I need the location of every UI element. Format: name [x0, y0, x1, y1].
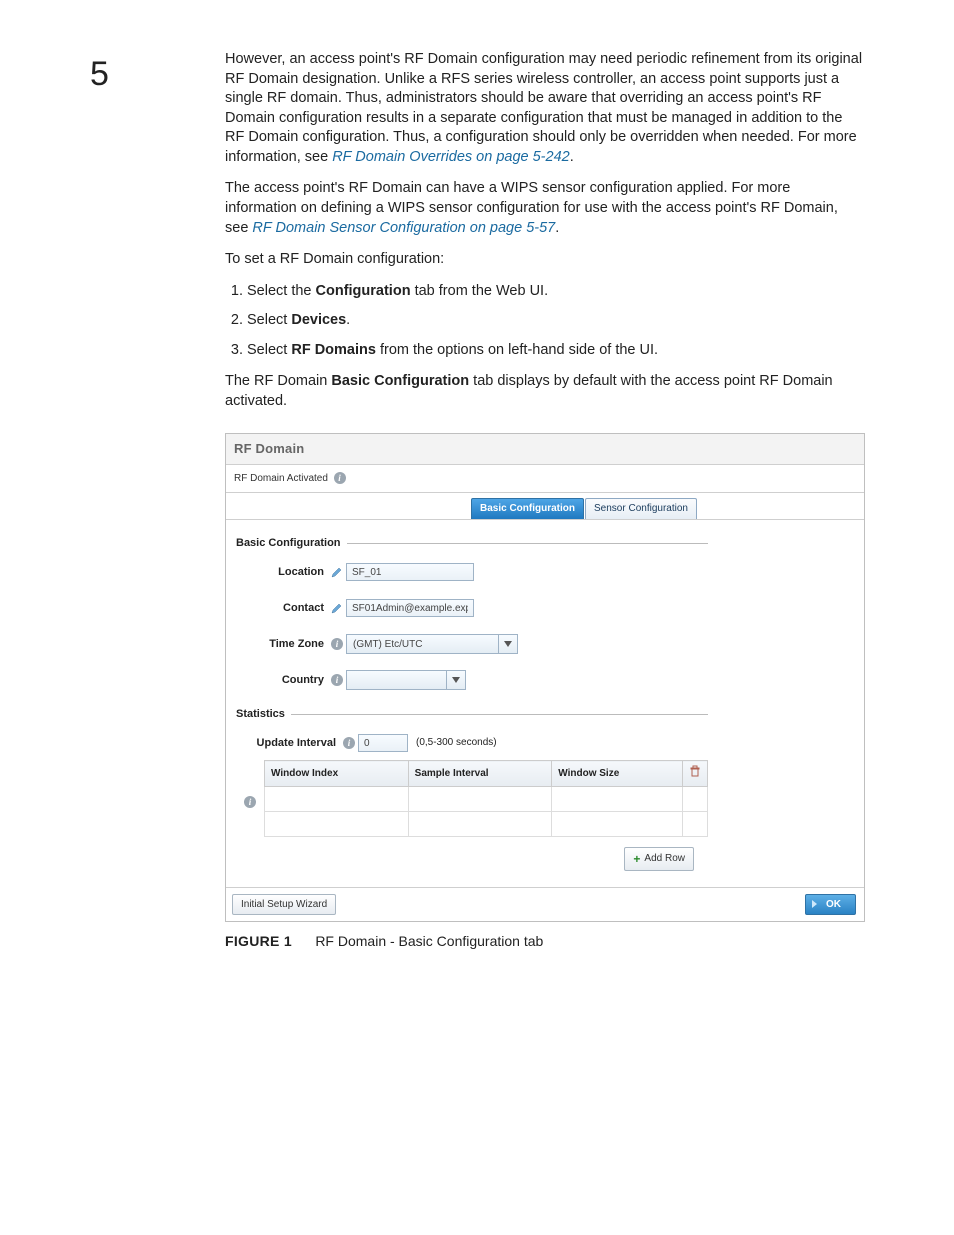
col-window-size[interactable]: Window Size [552, 761, 683, 787]
tab-sensor-configuration[interactable]: Sensor Configuration [585, 498, 697, 519]
section-statistics: Statistics Update Interval i (0,5-300 se… [236, 707, 708, 881]
label-contact: Contact [236, 601, 328, 616]
tabs-row: Basic ConfigurationSensor Configuration [226, 493, 864, 520]
row-timezone: Time Zone i (GMT) Etc/UTC [236, 629, 708, 659]
col-delete[interactable] [683, 761, 708, 787]
tab-body: Basic Configuration Location Cont [226, 520, 864, 886]
rf-domain-activated-label: RF Domain Activated [234, 473, 328, 484]
page-number: 5 [90, 55, 109, 94]
section-basic-configuration: Basic Configuration Location Cont [236, 536, 708, 703]
info-icon[interactable]: i [331, 674, 343, 686]
step-1: Select the Configuration tab from the We… [247, 282, 864, 302]
country-select[interactable] [346, 670, 466, 690]
trash-icon [689, 765, 701, 777]
update-interval-input[interactable] [358, 734, 408, 752]
edit-icon[interactable] [331, 602, 343, 614]
text: The RF Domain [225, 373, 331, 389]
initial-setup-wizard-button[interactable]: Initial Setup Wizard [232, 894, 336, 915]
chevron-down-icon [498, 635, 517, 653]
paragraph-4: The RF Domain Basic Configuration tab di… [225, 372, 864, 411]
timezone-value: (GMT) Etc/UTC [353, 638, 422, 652]
paragraph-2: The access point's RF Domain can have a … [225, 179, 864, 238]
table-row[interactable] [265, 786, 708, 811]
text: from the options on left-hand side of th… [376, 342, 658, 358]
row-contact: Contact [236, 593, 708, 623]
section-title: Basic Configuration [236, 536, 347, 551]
text: . [555, 220, 559, 236]
col-window-index[interactable]: Window Index [265, 761, 409, 787]
step-2: Select Devices. [247, 311, 864, 331]
update-interval-range: (0,5-300 seconds) [416, 736, 497, 750]
section-title: Statistics [236, 707, 291, 722]
row-country: Country i [236, 665, 708, 695]
statistics-table: Window Index Sample Interval Window Size [264, 760, 708, 837]
timezone-select[interactable]: (GMT) Etc/UTC [346, 634, 518, 654]
text: Select the [247, 283, 316, 299]
figure-label: FIGURE 1 [225, 933, 292, 949]
ok-button[interactable]: OK [805, 894, 856, 915]
bold: Configuration [316, 283, 411, 299]
bold: Devices [291, 312, 346, 328]
rf-domain-activated-row: RF Domain Activated i [226, 465, 864, 494]
link-rf-domain-overrides[interactable]: RF Domain Overrides on page 5-242 [332, 149, 570, 165]
row-update-interval: Update Interval i (0,5-300 seconds) [236, 728, 708, 758]
tab-basic-configuration[interactable]: Basic Configuration [471, 498, 584, 519]
text: Select [247, 342, 291, 358]
label-location: Location [236, 565, 328, 580]
text: Select [247, 312, 291, 328]
window-footer: Initial Setup Wizard OK [226, 887, 864, 921]
location-input[interactable] [346, 563, 474, 581]
add-row-button[interactable]: + Add Row [624, 847, 694, 871]
label-timezone: Time Zone [236, 637, 328, 652]
steps-list: Select the Configuration tab from the We… [225, 282, 864, 361]
step-3: Select RF Domains from the options on le… [247, 341, 864, 361]
row-location: Location [236, 557, 708, 587]
label-update-interval: Update Interval [236, 736, 340, 751]
table-row[interactable] [265, 811, 708, 836]
link-rf-domain-sensor-config[interactable]: RF Domain Sensor Configuration on page 5… [252, 220, 555, 236]
text: tab from the Web UI. [411, 283, 549, 299]
col-sample-interval[interactable]: Sample Interval [408, 761, 552, 787]
text: . [570, 149, 574, 165]
bold: RF Domains [291, 342, 376, 358]
text: . [346, 312, 350, 328]
contact-input[interactable] [346, 599, 474, 617]
figure-caption: FIGURE 1 RF Domain - Basic Configuration… [225, 932, 864, 951]
text: However, an access point's RF Domain con… [225, 51, 862, 165]
paragraph-1: However, an access point's RF Domain con… [225, 50, 864, 167]
info-icon[interactable]: i [334, 472, 346, 484]
rf-domain-window: RF Domain RF Domain Activated i Basic Co… [225, 433, 865, 921]
window-title: RF Domain [226, 434, 864, 465]
paragraph-3: To set a RF Domain configuration: [225, 250, 864, 270]
info-icon[interactable]: i [244, 796, 256, 808]
add-row-label: Add Row [644, 852, 685, 866]
edit-icon[interactable] [331, 566, 343, 578]
plus-icon: + [633, 851, 640, 867]
info-icon[interactable]: i [343, 737, 355, 749]
info-icon[interactable]: i [331, 638, 343, 650]
label-country: Country [236, 673, 328, 688]
bold: Basic Configuration [331, 373, 469, 389]
figure-title: RF Domain - Basic Configuration tab [315, 933, 543, 949]
chevron-down-icon [446, 671, 465, 689]
